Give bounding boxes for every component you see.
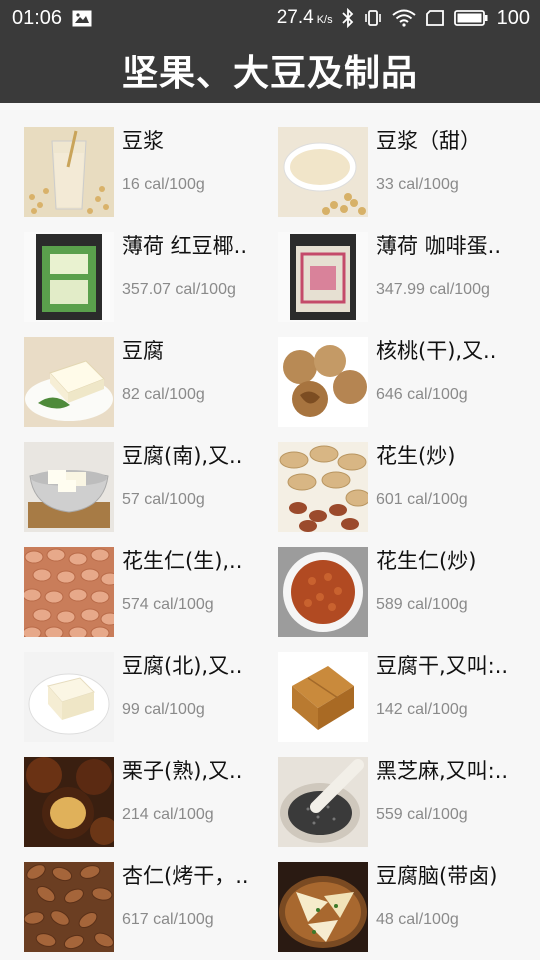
- food-name: 花生仁(生),..: [122, 549, 243, 573]
- food-item[interactable]: 豆腐(南),又.. 57 cal/100g: [24, 418, 278, 532]
- food-calories: 617 cal/100g: [122, 911, 214, 928]
- soymilk-glass-image: [24, 127, 114, 217]
- bluetooth-icon: [341, 8, 354, 28]
- food-name: 豆浆（甜）: [376, 129, 481, 153]
- food-calories: 57 cal/100g: [122, 491, 205, 508]
- tofu-pudding-image: [278, 862, 368, 952]
- food-calories: 574 cal/100g: [122, 596, 214, 613]
- food-calories: 601 cal/100g: [376, 491, 468, 508]
- food-calories: 142 cal/100g: [376, 701, 468, 718]
- vibrate-icon: [363, 8, 383, 28]
- tofu-bowl-image: [24, 442, 114, 532]
- food-calories: 347.99 cal/100g: [376, 281, 490, 298]
- app-bar: 坚果、大豆及制品: [0, 36, 540, 103]
- food-item[interactable]: 杏仁(烤干，.. 617 cal/100g: [24, 838, 278, 952]
- peanuts-in-shell-image: [278, 442, 368, 532]
- food-calories: 357.07 cal/100g: [122, 281, 236, 298]
- food-item[interactable]: 薄荷 红豆椰.. 357.07 cal/100g: [24, 208, 278, 322]
- walnuts-image: [278, 337, 368, 427]
- tofu-plate-image: [24, 337, 114, 427]
- food-calories: 99 cal/100g: [122, 701, 205, 718]
- food-name: 豆浆: [122, 129, 164, 153]
- wifi-icon: [391, 9, 416, 27]
- dried-tofu-image: [278, 652, 368, 742]
- food-calories: 214 cal/100g: [122, 806, 214, 823]
- food-name: 杏仁(烤干，..: [122, 864, 249, 888]
- no-sim-icon: [425, 9, 445, 27]
- food-name: 薄荷 红豆椰..: [122, 234, 248, 258]
- food-item[interactable]: 花生仁(炒) 589 cal/100g: [278, 523, 532, 637]
- pink-package-image: [278, 232, 368, 322]
- food-name: 豆腐(南),又..: [122, 444, 243, 468]
- food-name: 豆腐脑(带卤): [376, 864, 498, 888]
- green-package-image: [24, 232, 114, 322]
- food-name: 花生(炒): [376, 444, 456, 468]
- page-title: 坚果、大豆及制品: [121, 52, 418, 94]
- network-speed: 27.4 K/s: [276, 7, 333, 28]
- roasted-peanuts-dish-image: [278, 547, 368, 637]
- food-name: 豆腐: [122, 339, 164, 363]
- food-calories: 559 cal/100g: [376, 806, 468, 823]
- food-item[interactable]: 豆腐 82 cal/100g: [24, 313, 278, 427]
- food-name: 豆腐干,又叫:..: [376, 654, 509, 678]
- soymilk-bowl-image: [278, 127, 368, 217]
- food-calories: 589 cal/100g: [376, 596, 468, 613]
- food-item[interactable]: 豆腐脑(带卤) 48 cal/100g: [278, 838, 532, 952]
- food-item[interactable]: 豆腐(北),又.. 99 cal/100g: [24, 628, 278, 742]
- status-bar: 01:06 27.4 K/s 100: [0, 0, 540, 36]
- food-name: 花生仁(炒): [376, 549, 477, 573]
- food-item[interactable]: 豆腐干,又叫:.. 142 cal/100g: [278, 628, 532, 742]
- food-item[interactable]: 豆浆（甜） 33 cal/100g: [278, 103, 532, 217]
- food-calories: 33 cal/100g: [376, 176, 459, 193]
- battery-icon: [453, 9, 488, 27]
- food-item[interactable]: 花生仁(生),.. 574 cal/100g: [24, 523, 278, 637]
- tofu-block-plate-image: [24, 652, 114, 742]
- almonds-image: [24, 862, 114, 952]
- food-item[interactable]: 核桃(干),又.. 646 cal/100g: [278, 313, 532, 427]
- food-calories: 48 cal/100g: [376, 911, 459, 928]
- food-grid: 豆浆 16 cal/100g 豆浆（甜） 33 cal/100g 薄荷 红豆椰.…: [0, 103, 540, 960]
- food-name: 豆腐(北),又..: [122, 654, 243, 678]
- food-name: 黑芝麻,又叫:..: [376, 759, 509, 783]
- food-item[interactable]: 黑芝麻,又叫:.. 559 cal/100g: [278, 733, 532, 847]
- food-calories: 646 cal/100g: [376, 386, 468, 403]
- food-name: 核桃(干),又..: [376, 339, 497, 363]
- food-item[interactable]: 豆浆 16 cal/100g: [24, 103, 278, 217]
- battery-level: 100: [496, 6, 530, 29]
- food-calories: 82 cal/100g: [122, 386, 205, 403]
- food-item[interactable]: 薄荷 咖啡蛋.. 347.99 cal/100g: [278, 208, 532, 322]
- image-notification-icon: [72, 10, 92, 27]
- status-time: 01:06: [12, 6, 63, 29]
- food-item[interactable]: 栗子(熟),又.. 214 cal/100g: [24, 733, 278, 847]
- black-sesame-mortar-image: [278, 757, 368, 847]
- food-item[interactable]: 花生(炒) 601 cal/100g: [278, 418, 532, 532]
- food-calories: 16 cal/100g: [122, 176, 205, 193]
- food-name: 栗子(熟),又..: [122, 759, 243, 783]
- food-name: 薄荷 咖啡蛋..: [376, 234, 502, 258]
- chestnuts-image: [24, 757, 114, 847]
- peanut-kernels-image: [24, 547, 114, 637]
